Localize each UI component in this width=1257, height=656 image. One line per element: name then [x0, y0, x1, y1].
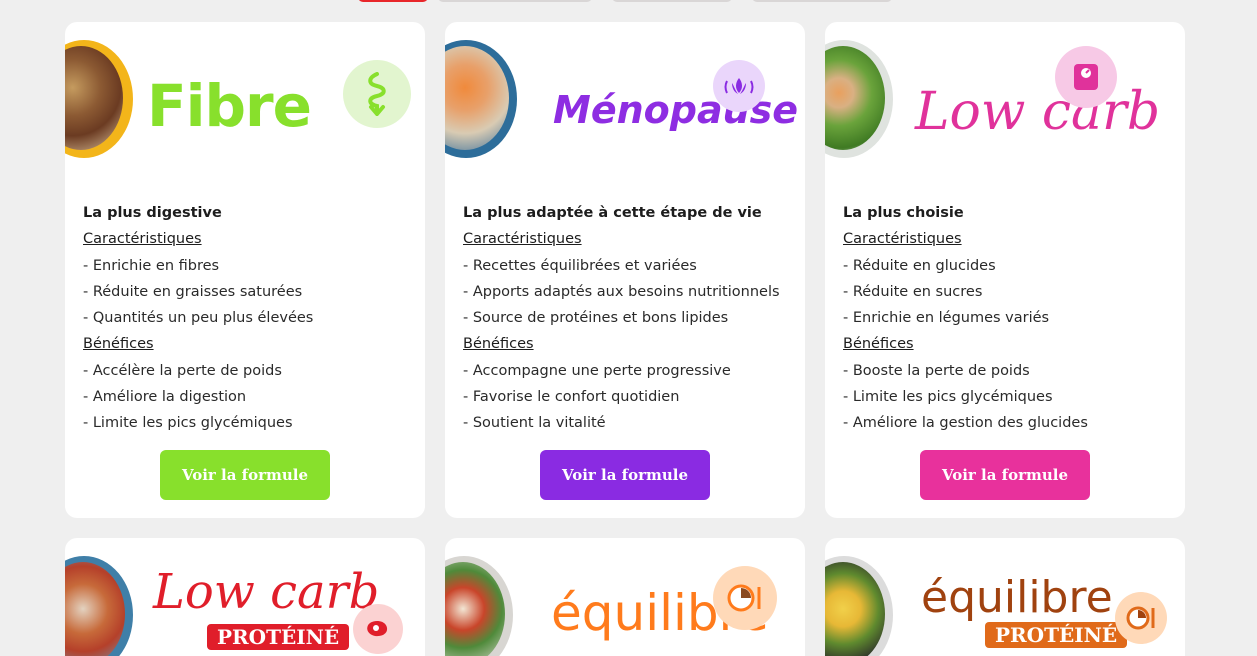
benefits-heading: Bénéfices	[83, 336, 154, 353]
plan-card-equilibre-proteine: équilibre PROTÉINÉ	[825, 538, 1185, 656]
card-tagline: La plus adaptée à cette étape de vie	[463, 205, 762, 221]
brand-logo: équilibre	[921, 572, 1113, 623]
benefits-heading: Bénéfices	[463, 336, 534, 353]
benefit-item: - Soutient la vitalité	[463, 415, 606, 432]
features-heading: Caractéristiques	[83, 231, 202, 248]
plan-card-low-carb: Low carb La plus choisie Caractéristique…	[825, 22, 1185, 518]
brand-logo: Low carb	[153, 564, 380, 620]
feature-item: - Quantités un peu plus élevées	[83, 310, 314, 327]
plan-card-low-carb-proteine: Low carb PROTÉINÉ	[65, 538, 425, 656]
plan-card-fibre: Fibre La plus digestive Caractéristiques…	[65, 22, 425, 518]
card-hero: Fibre	[65, 22, 425, 182]
feature-item: - Enrichie en légumes variés	[843, 310, 1050, 327]
benefit-item: - Favorise le confort quotidien	[463, 389, 680, 406]
voir-formule-button[interactable]: Voir la formule	[160, 450, 330, 500]
plan-card-equilibre: équilibre	[445, 538, 805, 656]
filter-tab-1[interactable]	[358, 0, 428, 2]
food-bowl-image	[825, 40, 893, 158]
card-tagline: La plus digestive	[83, 205, 222, 221]
feature-item: - Réduite en graisses saturées	[83, 283, 303, 300]
food-bowl-image	[65, 556, 133, 656]
proteine-badge: PROTÉINÉ	[207, 624, 350, 650]
features-heading: Caractéristiques	[463, 231, 582, 248]
benefit-item: - Améliore la gestion des glucides	[843, 415, 1088, 432]
food-bowl-image	[445, 556, 513, 656]
features-heading: Caractéristiques	[843, 231, 962, 248]
filter-tab-3[interactable]	[612, 0, 732, 2]
card-tagline: La plus choisie	[843, 205, 964, 221]
plate-icon	[1115, 592, 1167, 644]
food-bowl-image	[825, 556, 893, 656]
benefits-heading: Bénéfices	[843, 336, 914, 353]
scale-icon	[1055, 46, 1117, 108]
food-bowl-image	[65, 40, 133, 158]
card-body: La plus adaptée à cette étape de vie Car…	[463, 200, 793, 437]
filter-tab-4[interactable]	[752, 0, 892, 2]
feature-item: - Enrichie en fibres	[83, 257, 220, 274]
steak-icon	[353, 604, 403, 654]
feature-item: - Source de protéines et bons lipides	[463, 310, 729, 327]
benefit-item: - Limite les pics glycémiques	[843, 389, 1053, 406]
brand-logo: Fibre	[147, 72, 312, 140]
benefit-item: - Accélère la perte de poids	[83, 362, 282, 379]
plan-card-menopause: Ménopause La plus adaptée à cette étape …	[445, 22, 805, 518]
benefit-item: - Accompagne une perte progressive	[463, 362, 731, 379]
card-hero: Low carb	[825, 22, 1185, 182]
brand-logo: Low carb	[915, 82, 1161, 142]
intestine-icon	[343, 60, 411, 128]
feature-item: - Recettes équilibrées et variées	[463, 257, 697, 274]
card-body: La plus digestive Caractéristiques - Enr…	[83, 200, 413, 437]
voir-formule-button[interactable]: Voir la formule	[920, 450, 1090, 500]
benefit-item: - Booste la perte de poids	[843, 362, 1030, 379]
feature-item: - Apports adaptés aux besoins nutritionn…	[463, 283, 780, 300]
food-bowl-image	[445, 40, 517, 158]
filter-tab-2[interactable]	[438, 0, 592, 2]
card-hero: Ménopause	[445, 22, 805, 182]
feature-item: - Réduite en sucres	[843, 283, 983, 300]
benefit-item: - Améliore la digestion	[83, 389, 247, 406]
feature-item: - Réduite en glucides	[843, 257, 996, 274]
proteine-badge: PROTÉINÉ	[985, 622, 1128, 648]
plate-icon	[713, 566, 777, 630]
voir-formule-button[interactable]: Voir la formule	[540, 450, 710, 500]
card-body: La plus choisie Caractéristiques - Rédui…	[843, 200, 1173, 437]
filter-tabs	[0, 0, 1257, 8]
lotus-icon	[713, 60, 765, 112]
benefit-item: - Limite les pics glycémiques	[83, 415, 293, 432]
